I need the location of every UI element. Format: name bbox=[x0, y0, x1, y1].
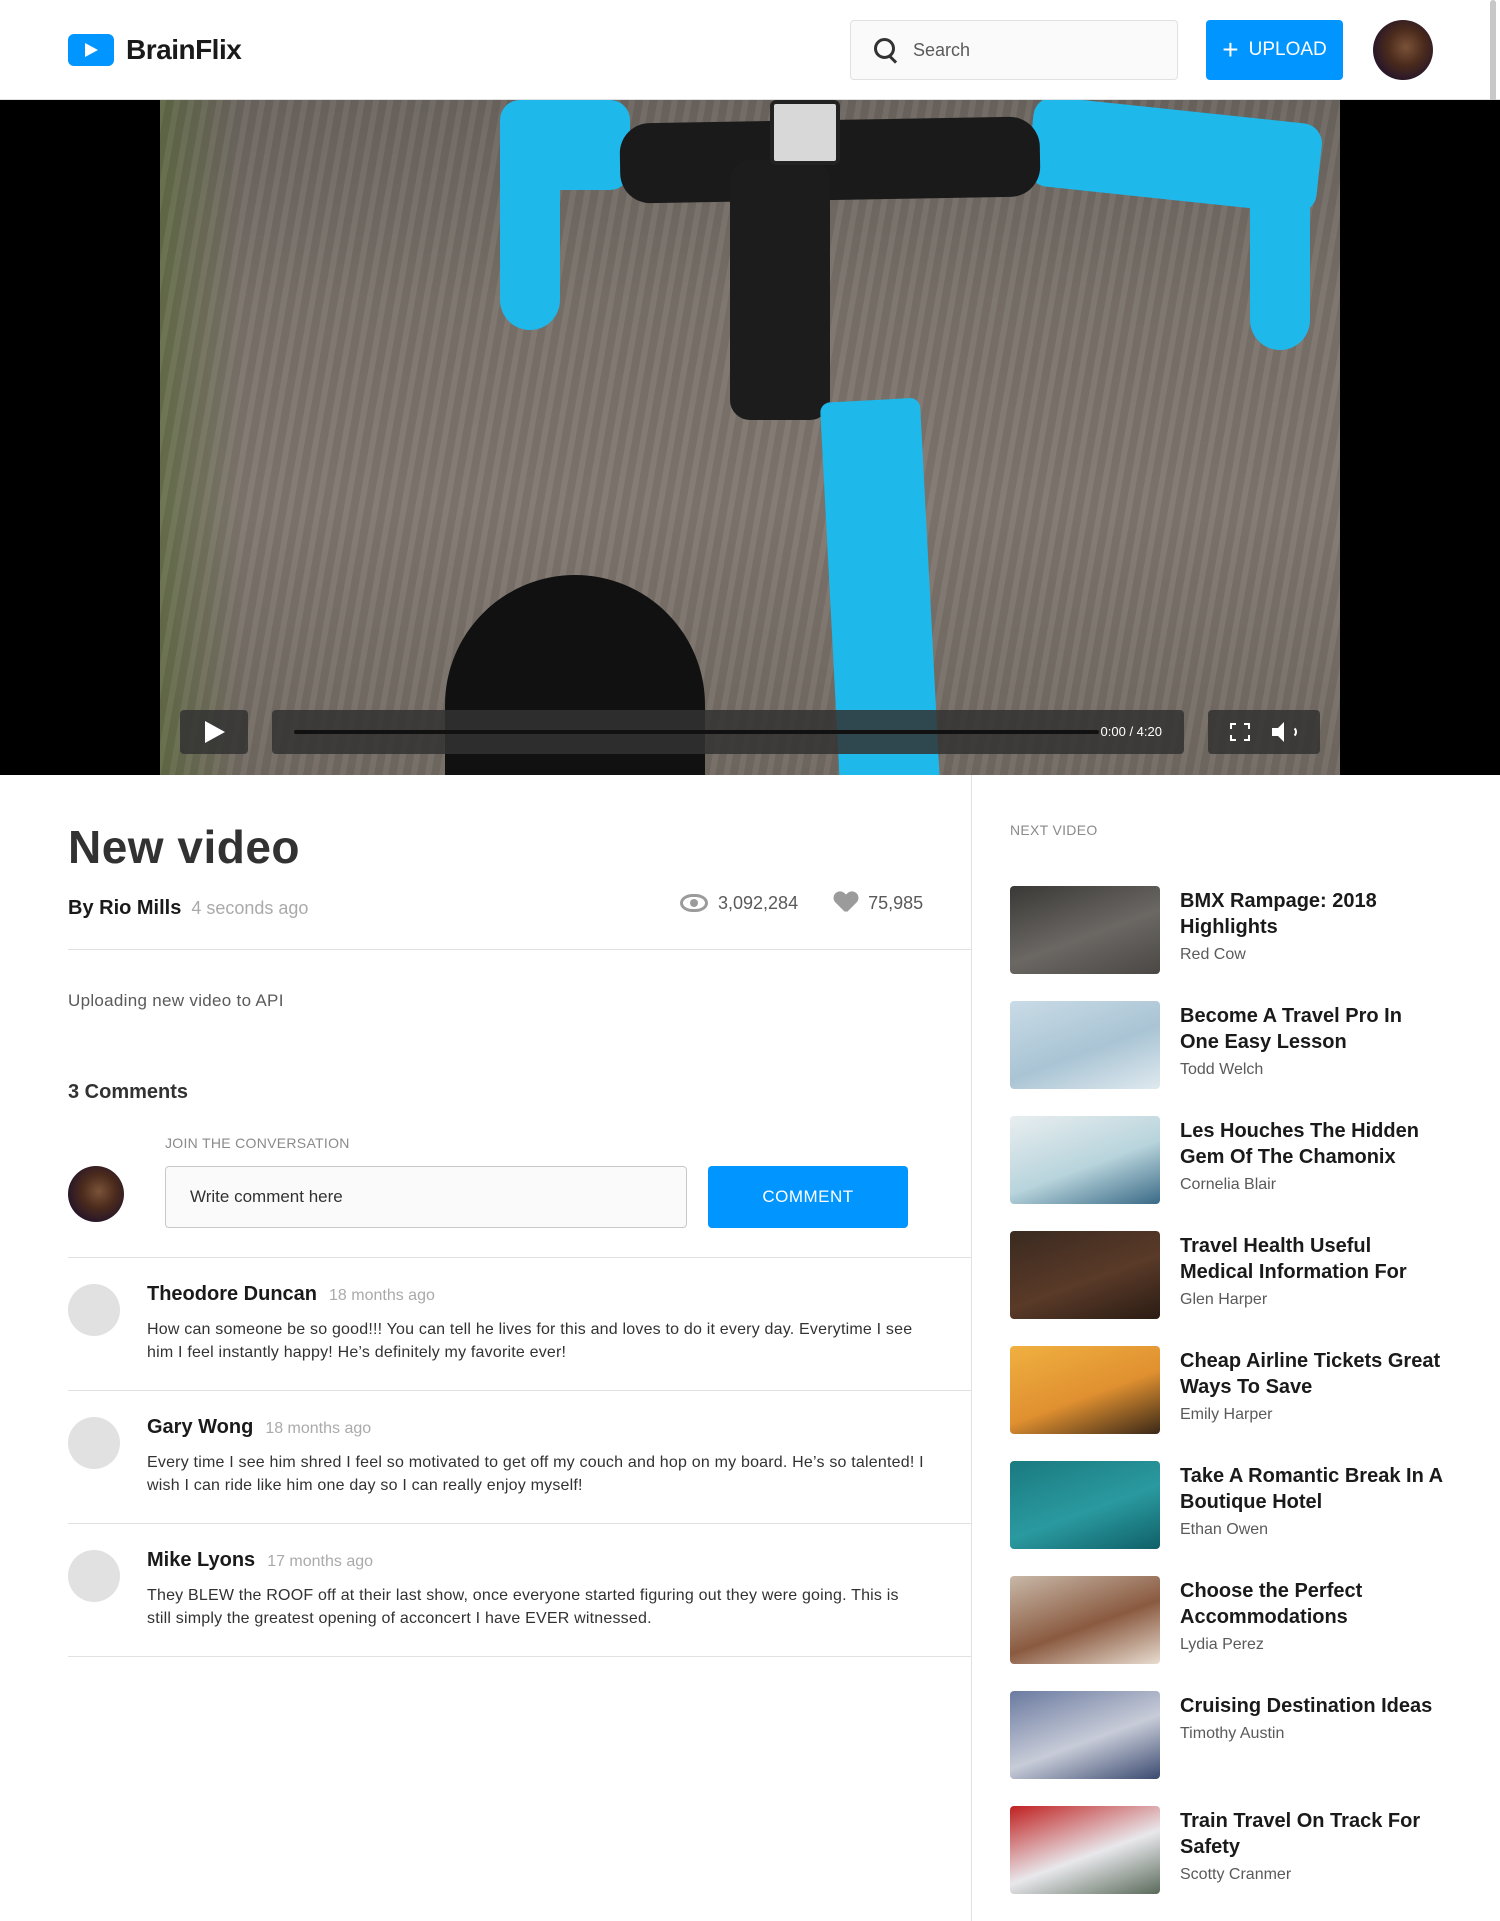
next-video-item[interactable]: Les Houches The Hidden Gem Of The Chamon… bbox=[1010, 1116, 1450, 1204]
brand-name: BrainFlix bbox=[126, 34, 242, 65]
next-video-thumbnail[interactable] bbox=[1010, 1001, 1160, 1089]
comments-count: 3 Comments bbox=[68, 1081, 189, 1103]
eye-icon bbox=[680, 894, 708, 912]
next-video-item[interactable]: Choose the Perfect Accommodations Lydia P… bbox=[1010, 1576, 1450, 1664]
comment-avatar bbox=[68, 1417, 120, 1469]
brand-logo[interactable]: BrainFlix bbox=[68, 34, 242, 66]
next-video-author: Red Cow bbox=[1180, 946, 1246, 963]
next-video-author: Glen Harper bbox=[1180, 1291, 1268, 1308]
next-video-author: Emily Harper bbox=[1180, 1406, 1273, 1423]
next-video-author: Todd Welch bbox=[1180, 1061, 1264, 1078]
views-count: 3,092,284 bbox=[718, 892, 799, 913]
comment-item: Gary Wong 18 months ago Every time I see… bbox=[68, 1391, 972, 1524]
next-video-title[interactable]: Les Houches The Hidden Gem Of The Chamon… bbox=[1180, 1118, 1445, 1170]
plus-icon: + bbox=[1222, 34, 1239, 65]
next-video-title[interactable]: Become A Travel Pro In One Easy Lesson bbox=[1180, 1003, 1445, 1055]
comment-time: 18 months ago bbox=[265, 1420, 372, 1437]
comment-input[interactable] bbox=[165, 1166, 687, 1228]
volume-icon[interactable] bbox=[1272, 722, 1298, 742]
heart-icon[interactable] bbox=[834, 892, 858, 914]
scrub-track[interactable] bbox=[294, 730, 1099, 734]
video-timestamp: 4 seconds ago bbox=[191, 898, 309, 918]
comment-item: Mike Lyons 17 months ago They BLEW the R… bbox=[68, 1524, 972, 1657]
next-video-thumbnail[interactable] bbox=[1010, 1116, 1160, 1204]
search-icon bbox=[873, 37, 899, 63]
next-video-item[interactable]: Train Travel On Track For Safety Scotty C… bbox=[1010, 1806, 1450, 1894]
fullscreen-icon[interactable] bbox=[1230, 723, 1250, 741]
next-video-item[interactable]: Cruising Destination Ideas Timothy Austin bbox=[1010, 1691, 1450, 1779]
scrubber[interactable]: 0:00 / 4:20 bbox=[272, 710, 1184, 754]
comment-text: They BLEW the ROOF off at their last sho… bbox=[147, 1587, 899, 1627]
comment-author: Mike Lyons bbox=[147, 1549, 256, 1571]
play-logo-icon bbox=[68, 34, 114, 66]
video-description: Uploading new video to API bbox=[68, 991, 284, 1010]
player-right-controls bbox=[1208, 710, 1320, 754]
next-video-item[interactable]: Become A Travel Pro In One Easy Lesson To… bbox=[1010, 1001, 1450, 1089]
top-nav: BrainFlix + UPLOAD bbox=[0, 0, 1500, 100]
comment-text: How can someone be so good!!! You can te… bbox=[147, 1321, 913, 1361]
commenter-avatar bbox=[68, 1166, 124, 1222]
next-video-item[interactable]: Cheap Airline Tickets Great Ways To Save… bbox=[1010, 1346, 1450, 1434]
join-label: JOIN THE CONVERSATION bbox=[165, 1135, 350, 1151]
main-content: New video By Rio Mills 4 seconds ago 3,0… bbox=[0, 775, 972, 1921]
video-author[interactable]: By Rio Mills bbox=[68, 897, 181, 920]
video-player: 0:00 / 4:20 bbox=[0, 100, 1500, 775]
next-video-title[interactable]: Travel Health Useful Medical Information… bbox=[1180, 1233, 1445, 1285]
search-box[interactable] bbox=[850, 20, 1178, 80]
next-video-thumbnail[interactable] bbox=[1010, 1691, 1160, 1779]
comment-time: 17 months ago bbox=[267, 1553, 374, 1570]
next-video-author: Cornelia Blair bbox=[1180, 1176, 1277, 1193]
next-video-item[interactable]: BMX Rampage: 2018 Highlights Red Cow bbox=[1010, 886, 1450, 974]
video-title: New video bbox=[68, 821, 301, 873]
search-input[interactable] bbox=[913, 39, 1153, 61]
next-video-label: NEXT VIDEO bbox=[1010, 822, 1098, 838]
views-stat: 3,092,284 bbox=[680, 892, 798, 914]
next-video-author: Lydia Perez bbox=[1180, 1636, 1264, 1653]
comment-author: Theodore Duncan bbox=[147, 1283, 318, 1305]
next-video-thumbnail[interactable] bbox=[1010, 1346, 1160, 1434]
comment-item: Theodore Duncan 18 months ago How can so… bbox=[68, 1258, 972, 1391]
next-video-author: Ethan Owen bbox=[1180, 1521, 1269, 1538]
user-avatar[interactable] bbox=[1373, 20, 1433, 80]
comment-button[interactable]: COMMENT bbox=[708, 1166, 908, 1228]
next-videos-sidebar: NEXT VIDEO BMX Rampage: 2018 Highlights R… bbox=[973, 775, 1500, 1921]
next-video-item[interactable]: Take A Romantic Break In A Boutique Hote… bbox=[1010, 1461, 1450, 1549]
comment-avatar bbox=[68, 1550, 120, 1602]
comment-author: Gary Wong bbox=[147, 1416, 254, 1438]
next-video-thumbnail[interactable] bbox=[1010, 1806, 1160, 1894]
next-video-title[interactable]: Cruising Destination Ideas bbox=[1180, 1693, 1445, 1719]
next-video-thumbnail[interactable] bbox=[1010, 1576, 1160, 1664]
divider bbox=[68, 949, 972, 950]
comment-time: 18 months ago bbox=[329, 1287, 435, 1304]
next-video-thumbnail[interactable] bbox=[1010, 1461, 1160, 1549]
likes-count: 75,985 bbox=[868, 892, 924, 913]
next-video-thumbnail[interactable] bbox=[1010, 1231, 1160, 1319]
video-stats: 3,092,284 75,985 bbox=[680, 892, 923, 914]
play-button[interactable] bbox=[180, 710, 248, 754]
comment-avatar bbox=[68, 1284, 120, 1336]
next-video-title[interactable]: Cheap Airline Tickets Great Ways To Save bbox=[1180, 1348, 1445, 1400]
likes-stat[interactable]: 75,985 bbox=[834, 892, 923, 914]
time-display: 0:00 / 4:20 bbox=[1100, 724, 1162, 739]
next-video-title[interactable]: Train Travel On Track For Safety bbox=[1180, 1808, 1445, 1860]
next-video-title[interactable]: Take A Romantic Break In A Boutique Hote… bbox=[1180, 1463, 1445, 1515]
next-video-title[interactable]: BMX Rampage: 2018 Highlights bbox=[1180, 888, 1445, 940]
upload-button[interactable]: + UPLOAD bbox=[1206, 20, 1343, 80]
next-video-author: Timothy Austin bbox=[1180, 1725, 1285, 1742]
next-video-thumbnail[interactable] bbox=[1010, 886, 1160, 974]
upload-label: UPLOAD bbox=[1248, 39, 1327, 60]
comment-text: Every time I see him shred I feel so mot… bbox=[147, 1454, 924, 1494]
player-controls: 0:00 / 4:20 bbox=[180, 710, 1320, 756]
next-video-item[interactable]: Travel Health Useful Medical Information… bbox=[1010, 1231, 1450, 1319]
video-byline: By Rio Mills 4 seconds ago bbox=[68, 897, 308, 920]
next-video-author: Scotty Cranmer bbox=[1180, 1866, 1292, 1883]
next-video-title[interactable]: Choose the Perfect Accommodations bbox=[1180, 1578, 1445, 1630]
video-frame[interactable] bbox=[160, 100, 1340, 775]
